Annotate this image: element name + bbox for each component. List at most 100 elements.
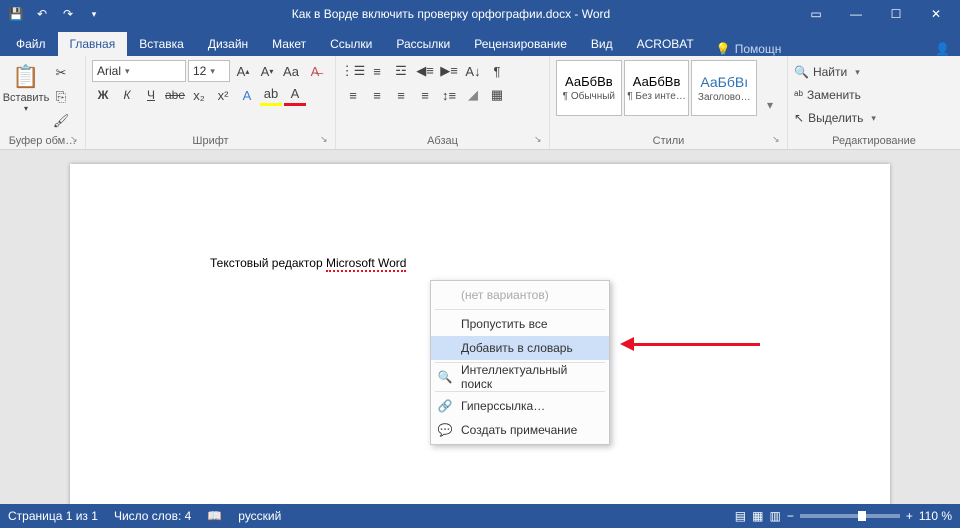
ctx-comment[interactable]: 💬 Создать примечание	[431, 418, 609, 442]
tab-acrobat[interactable]: ACROBAT	[625, 32, 706, 56]
strikethrough-button[interactable]: abe	[164, 84, 186, 106]
align-center-button[interactable]: ≡	[366, 84, 388, 106]
font-name-value: Arial	[97, 64, 121, 78]
tab-references[interactable]: Ссылки	[318, 32, 384, 56]
subscript-button[interactable]: x₂	[188, 84, 210, 106]
italic-button[interactable]: К	[116, 84, 138, 106]
zoom-slider[interactable]	[800, 514, 900, 518]
paragraph-dialog-launcher[interactable]: ↘	[534, 134, 546, 146]
tab-view[interactable]: Вид	[579, 32, 625, 56]
ctx-smart-lookup[interactable]: 🔍Интеллектуальный поиск	[431, 365, 609, 389]
ctx-label: Создать примечание	[461, 423, 577, 437]
justify-button[interactable]: ≡	[414, 84, 436, 106]
search-icon: 🔍	[437, 370, 453, 384]
view-print-button[interactable]: ▦	[752, 509, 763, 523]
increase-indent-button[interactable]: ▶≡	[438, 60, 460, 82]
redo-button[interactable]: ↷	[56, 2, 80, 26]
status-page[interactable]: Страница 1 из 1	[8, 509, 98, 523]
document-text[interactable]: Текстовый редактор Microsoft Word	[210, 254, 406, 271]
tab-review[interactable]: Рецензирование	[462, 32, 579, 56]
replace-button[interactable]: ᵃᵇЗаменить	[794, 85, 954, 105]
share-area[interactable]: 👤	[935, 42, 960, 56]
style-normal[interactable]: АаБбВв ¶ Обычный	[556, 60, 622, 116]
align-left-button[interactable]: ≡	[342, 84, 364, 106]
text-spell-error[interactable]: Microsoft Word	[326, 256, 406, 272]
copy-button[interactable]: ⎘	[50, 86, 72, 108]
status-wordcount[interactable]: Число слов: 4	[114, 509, 191, 523]
format-painter-button[interactable]: 🖌	[50, 110, 72, 132]
status-proofing-icon[interactable]: 📖	[207, 509, 222, 523]
group-styles-label: Стили	[550, 135, 787, 147]
tell-me-label: Помощн	[735, 42, 782, 56]
font-dialog-launcher[interactable]: ↘	[320, 134, 332, 146]
view-read-button[interactable]: ▤	[735, 509, 746, 523]
highlight-button[interactable]: ab	[260, 84, 282, 106]
align-right-button[interactable]: ≡	[390, 84, 412, 106]
clear-formatting-button[interactable]: A̶	[304, 60, 326, 82]
group-font: Arial▾ 12 ▾ A▴ A▾ Aa A̶ Ж К Ч abe x₂ x² A…	[86, 56, 336, 149]
tab-insert[interactable]: Вставка	[127, 32, 196, 56]
group-font-label: Шрифт	[86, 135, 335, 147]
style-heading1[interactable]: АаБбВı Заголово…	[691, 60, 757, 116]
window-title: Как в Ворде включить проверку орфографии…	[106, 7, 796, 21]
status-bar: Страница 1 из 1 Число слов: 4 📖 русский …	[0, 504, 960, 528]
tab-design[interactable]: Дизайн	[196, 32, 260, 56]
comment-icon: 💬	[437, 423, 453, 437]
style-no-spacing[interactable]: АаБбВв ¶ Без инте…	[624, 60, 690, 116]
ctx-hyperlink[interactable]: 🔗Гиперссылка…	[431, 394, 609, 418]
ribbon-options-icon[interactable]: ▭	[796, 0, 836, 28]
select-button[interactable]: ↖Выделить▾	[794, 108, 954, 128]
bold-button[interactable]: Ж	[92, 84, 114, 106]
zoom-label[interactable]: 110 %	[919, 509, 952, 523]
line-spacing-button[interactable]: ↕≡	[438, 84, 460, 106]
select-label: Выделить	[808, 111, 863, 125]
font-size-combo[interactable]: 12 ▾	[188, 60, 230, 82]
underline-button[interactable]: Ч	[140, 84, 162, 106]
show-marks-button[interactable]: ¶	[486, 60, 508, 82]
numbering-button[interactable]: ≡	[366, 60, 388, 82]
cut-button[interactable]: ✂	[50, 62, 72, 84]
font-size-value: 12	[193, 64, 206, 78]
tab-mailings[interactable]: Рассылки	[384, 32, 462, 56]
sort-button[interactable]: A↓	[462, 60, 484, 82]
qat-customize[interactable]: ▾	[82, 2, 106, 26]
undo-button[interactable]: ↶	[30, 2, 54, 26]
chevron-down-icon: ▾	[871, 113, 876, 124]
view-web-button[interactable]: ▥	[769, 509, 780, 523]
multilevel-button[interactable]: ☲	[390, 60, 412, 82]
ctx-add-dictionary[interactable]: Добавить в словарь	[431, 336, 609, 360]
zoom-thumb[interactable]	[858, 511, 866, 521]
separator	[435, 391, 605, 392]
tab-layout[interactable]: Макет	[260, 32, 318, 56]
group-styles: АаБбВв ¶ Обычный АаБбВв ¶ Без инте… АаБб…	[550, 56, 788, 149]
maximize-button[interactable]: ☐	[876, 0, 916, 28]
zoom-in-button[interactable]: +	[906, 509, 913, 523]
chevron-down-icon: ▾	[210, 66, 215, 77]
replace-label: Заменить	[807, 88, 861, 102]
close-button[interactable]: ✕	[916, 0, 956, 28]
tab-file[interactable]: Файл	[4, 32, 58, 56]
grow-font-button[interactable]: A▴	[232, 60, 254, 82]
status-language[interactable]: русский	[238, 509, 281, 523]
text-effects-button[interactable]: A	[236, 84, 258, 106]
ctx-skip-all[interactable]: Пропустить все	[431, 312, 609, 336]
shading-button[interactable]: ◢	[462, 84, 484, 106]
borders-button[interactable]: ▦	[486, 84, 508, 106]
tell-me[interactable]: 💡Помощн	[706, 42, 792, 56]
find-button[interactable]: 🔍Найти▾	[794, 62, 954, 82]
ctx-label: Пропустить все	[461, 317, 548, 331]
superscript-button[interactable]: x²	[212, 84, 234, 106]
zoom-out-button[interactable]: −	[787, 509, 794, 523]
bullets-button[interactable]: ⋮☰	[342, 60, 364, 82]
decrease-indent-button[interactable]: ◀≡	[414, 60, 436, 82]
text-plain: Текстовый редактор	[210, 256, 326, 270]
change-case-button[interactable]: Aa	[280, 60, 302, 82]
font-color-button[interactable]: A	[284, 84, 306, 106]
font-name-combo[interactable]: Arial▾	[92, 60, 186, 82]
clipboard-dialog-launcher[interactable]: ↘	[70, 134, 82, 146]
tab-home[interactable]: Главная	[58, 32, 128, 56]
save-button[interactable]: 💾	[4, 2, 28, 26]
minimize-button[interactable]: ―	[836, 0, 876, 28]
styles-dialog-launcher[interactable]: ↘	[772, 134, 784, 146]
shrink-font-button[interactable]: A▾	[256, 60, 278, 82]
